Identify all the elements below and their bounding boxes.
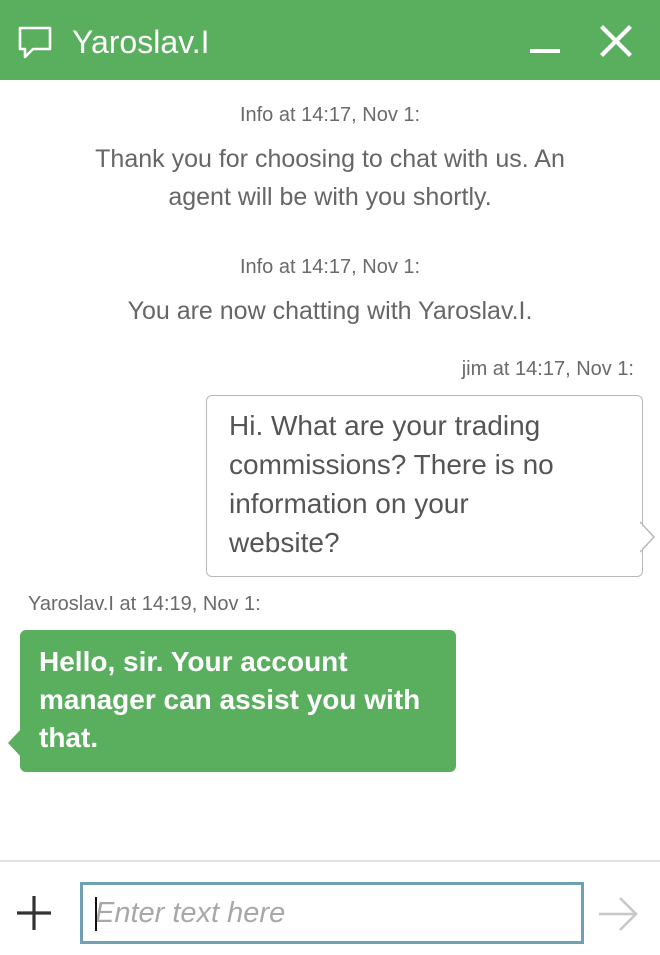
chat-bubble-icon bbox=[18, 26, 52, 59]
user-bubble-tail bbox=[640, 521, 656, 553]
info-message-meta: Info at 14:17, Nov 1: bbox=[239, 104, 421, 126]
text-caret bbox=[95, 897, 97, 931]
user-message-meta: jim at 14:17, Nov 1: bbox=[461, 358, 634, 380]
info-message-text: agent will be with you shortly. bbox=[168, 183, 492, 211]
info-message-meta: Info at 14:17, Nov 1: bbox=[239, 256, 421, 278]
agent-message-line: manager can assist you with bbox=[39, 684, 421, 715]
minimize-icon[interactable] bbox=[524, 22, 564, 62]
agent-message-meta: Yaroslav.I at 14:19, Nov 1: bbox=[28, 593, 261, 615]
send-arrow-icon[interactable] bbox=[596, 892, 640, 936]
message-input-wrapper bbox=[80, 882, 584, 944]
user-message-line: information on your bbox=[229, 488, 469, 519]
agent-message-bubble: Hello, sir. Your account manager can ass… bbox=[20, 630, 456, 772]
info-message-text: Thank you for choosing to chat with us. … bbox=[95, 145, 565, 173]
agent-message-line: that. bbox=[39, 722, 99, 753]
user-message-bubble: Hi. What are your trading commissions? T… bbox=[206, 395, 643, 577]
agent-bubble-tail bbox=[8, 728, 22, 758]
agent-name-title: Yaroslav.I bbox=[72, 24, 210, 60]
user-message-line: Hi. What are your trading bbox=[229, 410, 541, 441]
user-message-line: commissions? There is no bbox=[229, 449, 554, 480]
user-message-line: website? bbox=[229, 527, 340, 558]
agent-message-line: Hello, sir. Your account bbox=[39, 646, 348, 677]
info-message-text: You are now chatting with Yaroslav.I. bbox=[127, 297, 533, 325]
composer-divider bbox=[0, 860, 660, 862]
message-input[interactable] bbox=[83, 885, 581, 941]
plus-icon[interactable] bbox=[14, 893, 54, 933]
close-icon[interactable] bbox=[596, 22, 636, 62]
chat-header: Yaroslav.I bbox=[0, 0, 660, 80]
